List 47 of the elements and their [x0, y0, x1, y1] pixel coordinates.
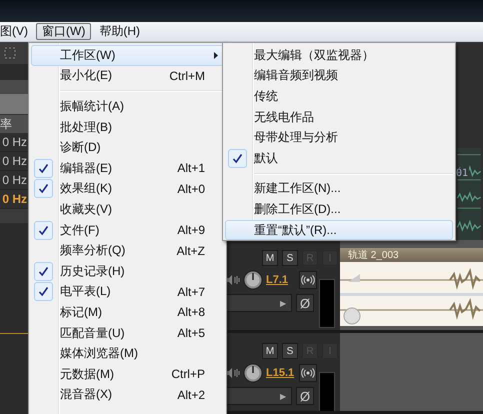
- menu-item[interactable]: 默认: [225, 148, 453, 169]
- channel-link[interactable]: L7.1: [266, 274, 296, 286]
- menu-item[interactable]: 电平表(L) Alt+7: [31, 282, 224, 302]
- column-header: 率: [0, 114, 28, 133]
- frequency-cell: 0 Hz: [0, 152, 28, 171]
- phase-button[interactable]: Ø: [296, 387, 314, 405]
- menu-item[interactable]: 母带处理与分析: [225, 127, 453, 148]
- menu-item[interactable]: 收藏夹(V): [31, 199, 224, 220]
- track-toggle[interactable]: M: [262, 343, 278, 359]
- frequency-cell: 0 Hz: [0, 133, 28, 152]
- menu-item[interactable]: 元数据(M) Ctrl+P: [31, 364, 224, 384]
- channel-link[interactable]: L15.1: [266, 367, 296, 379]
- track-toggle[interactable]: S: [282, 343, 298, 359]
- menu-item[interactable]: 工作区(W): [31, 45, 224, 66]
- clip-label: 轨道 2_003: [340, 248, 483, 262]
- menu-title[interactable]: 窗口(W): [36, 23, 92, 40]
- menu-item[interactable]: 删除工作区(D)...: [225, 199, 453, 220]
- menu-item[interactable]: 诊断(D): [31, 137, 224, 158]
- menu-title[interactable]: 图(V): [0, 23, 34, 40]
- menu-item[interactable]: 编辑音频到视频: [225, 66, 453, 86]
- phase-button[interactable]: Ø: [296, 294, 314, 312]
- menu-item[interactable]: 媒体浏览器(M): [31, 343, 224, 364]
- menu-title[interactable]: 帮助(H): [93, 23, 146, 40]
- menu-item[interactable]: 标记(M) Alt+8: [31, 302, 224, 323]
- track-toggle[interactable]: S: [282, 250, 298, 266]
- output-dropdown[interactable]: ▶: [226, 387, 292, 405]
- menu-item[interactable]: 频率分析(Q) Alt+Z: [31, 240, 224, 261]
- menu-item[interactable]: 无线电作品: [225, 106, 453, 128]
- menu-item[interactable]: 最小化(E) Ctrl+M: [31, 66, 224, 86]
- output-dropdown[interactable]: ▶: [226, 294, 292, 312]
- menu-item[interactable]: 新建工作区(N)...: [225, 178, 453, 200]
- menu-item[interactable]: 振幅统计(A): [31, 96, 224, 117]
- menu-item[interactable]: 编辑器(E) Alt+1: [31, 158, 224, 179]
- menu-item[interactable]: 效果组(K) Alt+0: [31, 178, 224, 200]
- menu-item[interactable]: 历史记录(H): [31, 260, 224, 282]
- menu-item[interactable]: 重置“默认”(R)...: [225, 220, 453, 240]
- menu-item[interactable]: 批处理(B): [31, 116, 224, 138]
- audio-clip[interactable]: 轨道 2_003: [340, 248, 483, 326]
- menu-item[interactable]: 匹配音量(U) Alt+5: [31, 322, 224, 344]
- frequency-cell: 0 Hz: [0, 171, 28, 190]
- menu-item[interactable]: 文件(F) Alt+9: [31, 220, 224, 240]
- menu-item[interactable]: 混音器(X) Alt+2: [31, 384, 224, 406]
- menu-item[interactable]: 传统: [225, 86, 453, 107]
- ruler-label: 01: [455, 168, 470, 179]
- menu-item[interactable]: 最大编辑（双监视器）: [225, 45, 453, 66]
- frequency-cell: 0 Hz: [0, 190, 28, 209]
- track-toggle[interactable]: M: [262, 250, 278, 266]
